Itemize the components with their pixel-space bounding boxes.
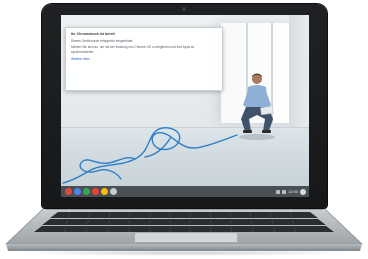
clock: 12:00 [287,189,298,194]
keyboard [34,212,334,232]
notification-details: Melden Sie sich an, um mit der Nutzung v… [71,45,195,54]
screen: Ihr Chromebook ist bereit Dieses Gerät w… [61,15,309,197]
laptop: Ihr Chromebook ist bereit Dieses Gerät w… [0,0,368,259]
trackpad[interactable] [134,232,238,243]
chrome-icon[interactable] [65,188,72,195]
battery-icon [281,189,286,194]
avatar[interactable] [300,188,306,195]
notification-card[interactable]: Ihr Chromebook ist bereit Dieses Gerät w… [65,27,223,91]
docs-icon[interactable] [101,188,108,195]
apps-launcher-icon[interactable] [110,188,117,195]
wifi-icon [275,189,280,194]
webcam [182,7,186,11]
status-tray[interactable]: 12:00 [274,188,306,195]
search-icon[interactable] [83,188,90,195]
notification-title: Ihr Chromebook ist bereit [71,32,115,36]
blue-cable [62,127,238,184]
notification-message: Dieses Gerät wurde erfolgreich eingerich… [71,39,134,43]
notification-link[interactable]: Weitere Infos [71,57,217,61]
youtube-icon[interactable] [92,188,99,195]
gmail-icon[interactable] [74,188,81,195]
shelf: 12:00 [61,186,309,197]
